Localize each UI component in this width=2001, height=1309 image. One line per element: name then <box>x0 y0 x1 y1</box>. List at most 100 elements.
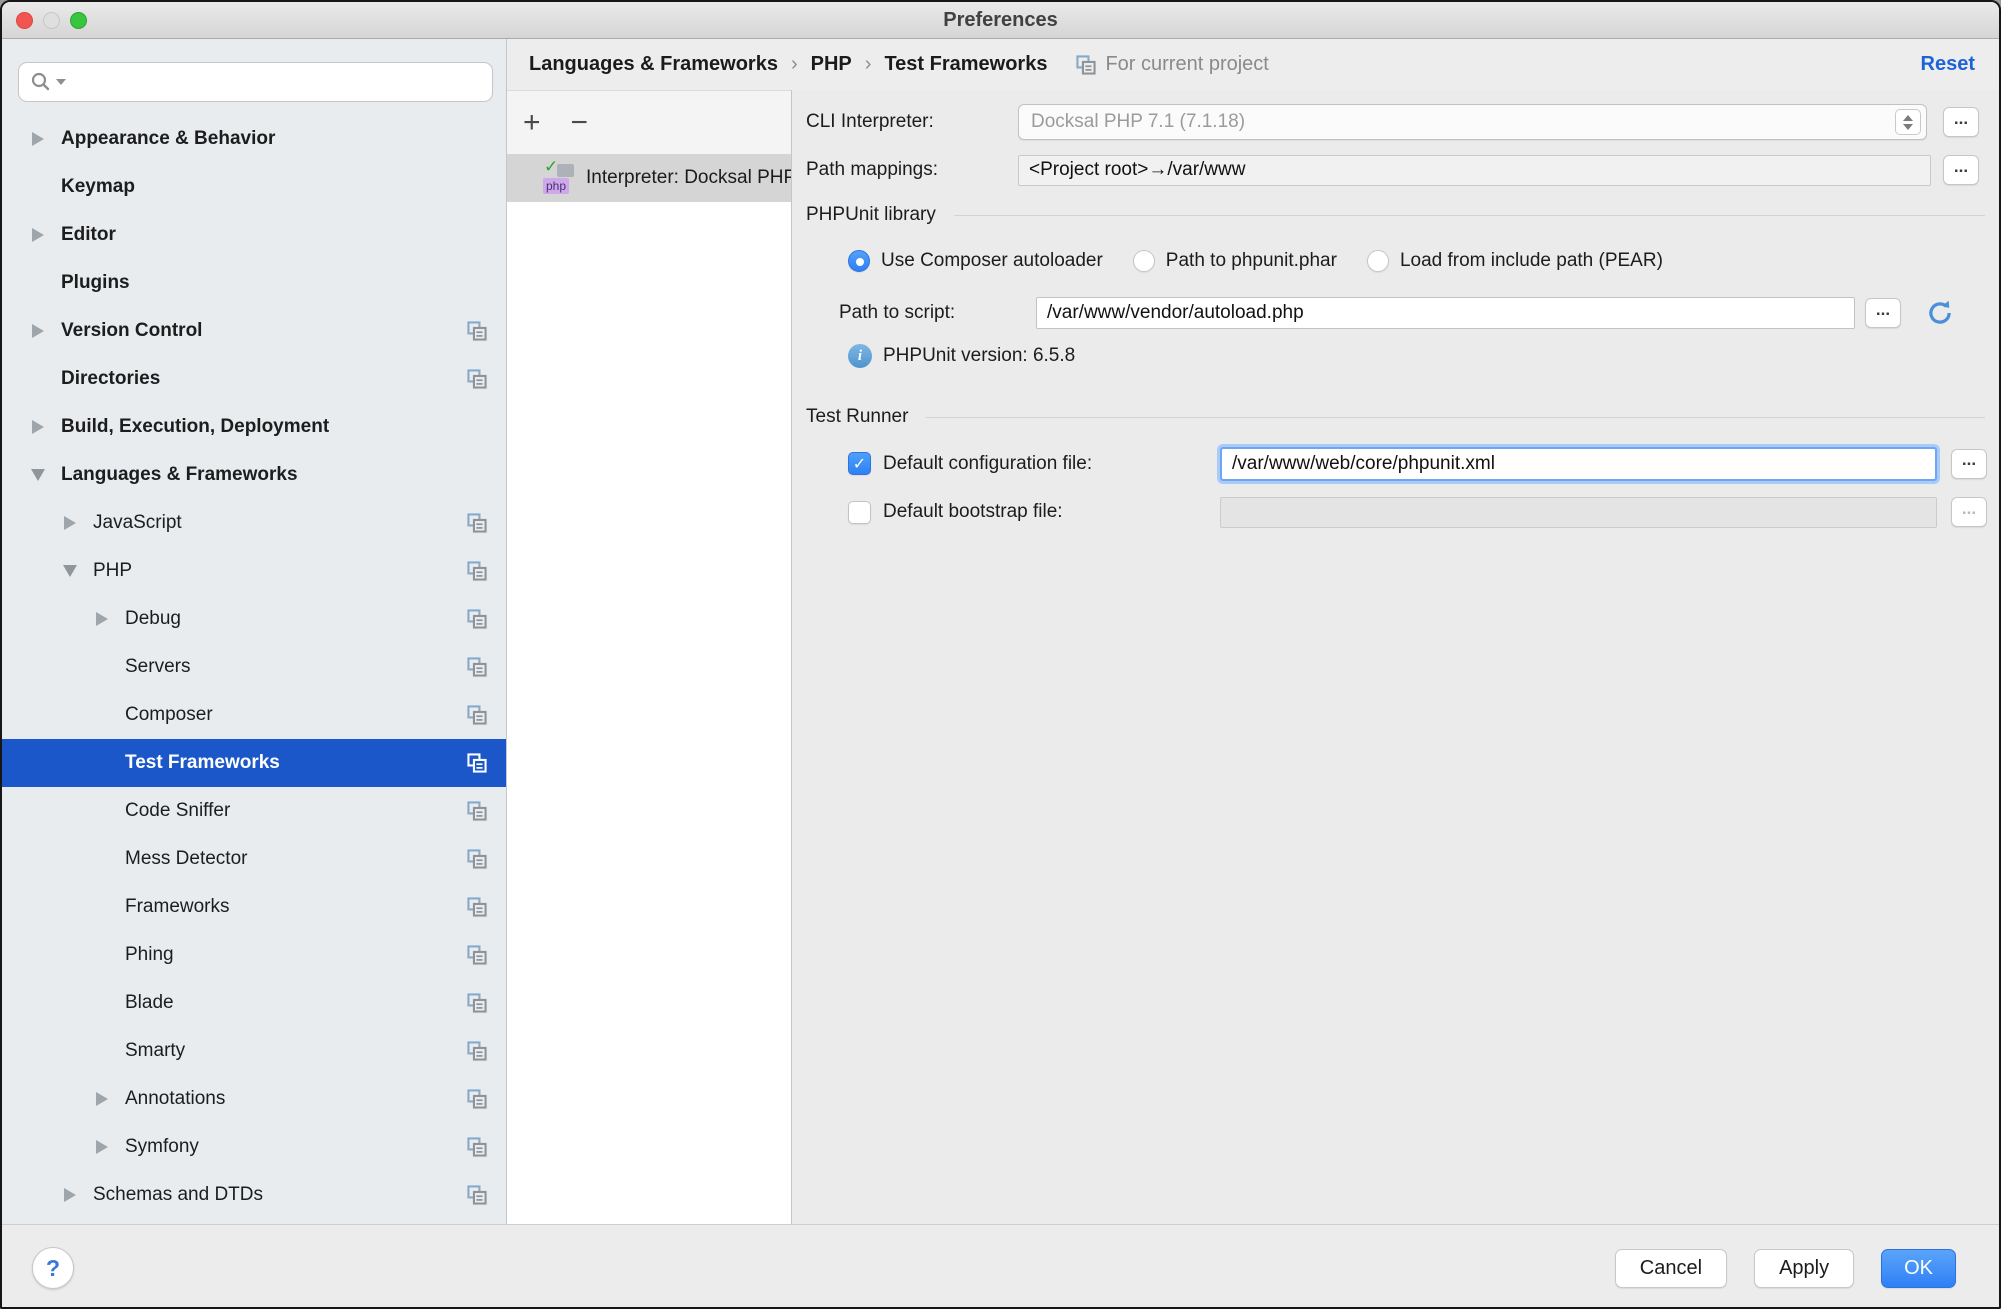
expand-arrow-icon[interactable] <box>28 129 48 149</box>
cli-interpreter-select[interactable]: Docksal PHP 7.1 (7.1.18) <box>1018 104 1927 140</box>
collapse-arrow-icon[interactable] <box>60 561 80 581</box>
radio-use-composer-autoloader[interactable]: Use Composer autoloader <box>848 250 1103 272</box>
default-configuration-file-checkbox[interactable]: ✓ <box>848 452 871 475</box>
sidebar-item-build-execution-deployment[interactable]: Build, Execution, Deployment <box>2 403 506 451</box>
collapse-arrow-icon[interactable] <box>28 465 48 485</box>
path-to-script-browse-button[interactable]: ... <box>1865 298 1901 328</box>
sidebar-item-label: Appearance & Behavior <box>61 128 488 150</box>
arrow-spacer <box>92 705 112 725</box>
sidebar-item-mess-detector[interactable]: Mess Detector <box>2 835 506 883</box>
test-frameworks-form: CLI Interpreter: Docksal PHP 7.1 (7.1.18… <box>792 90 1999 1224</box>
info-icon: i <box>848 344 872 368</box>
breadcrumb-languages-frameworks[interactable]: Languages & Frameworks <box>529 53 778 76</box>
reload-icon[interactable] <box>1925 298 1955 328</box>
cli-interpreter-browse-button[interactable]: ... <box>1943 107 1979 137</box>
for-current-project-icon <box>466 896 488 918</box>
path-mappings-field[interactable]: <Project root>→/var/www <box>1018 155 1931 186</box>
default-bootstrap-file-input <box>1220 497 1937 528</box>
sidebar-item-smarty[interactable]: Smarty <box>2 1027 506 1075</box>
sidebar-item-languages-frameworks[interactable]: Languages & Frameworks <box>2 451 506 499</box>
sidebar-item-label: Keymap <box>61 176 488 198</box>
sidebar-item-phing[interactable]: Phing <box>2 931 506 979</box>
expand-arrow-icon[interactable] <box>92 609 112 629</box>
sidebar-item-schemas-and-dtds[interactable]: Schemas and DTDs <box>2 1171 506 1219</box>
sidebar-item-keymap[interactable]: Keymap <box>2 163 506 211</box>
sidebar-item-code-sniffer[interactable]: Code Sniffer <box>2 787 506 835</box>
reset-link[interactable]: Reset <box>1921 53 1975 76</box>
help-button[interactable]: ? <box>32 1247 74 1289</box>
expand-arrow-icon[interactable] <box>28 417 48 437</box>
cancel-button[interactable]: Cancel <box>1615 1249 1727 1288</box>
path-mappings-browse-button[interactable]: ... <box>1943 155 1979 185</box>
default-configuration-file-value: /var/www/web/core/phpunit.xml <box>1232 453 1495 475</box>
sidebar-item-label: Version Control <box>61 320 466 342</box>
remove-interpreter-button[interactable]: − <box>571 108 589 138</box>
search-options-caret-icon[interactable] <box>56 79 66 85</box>
path-mappings-label: Path mappings: <box>806 159 1018 181</box>
sidebar-item-directories[interactable]: Directories <box>2 355 506 403</box>
phpunit-version-info: i PHPUnit version: 6.5.8 <box>848 342 1075 370</box>
sidebar-item-php[interactable]: PHP <box>2 547 506 595</box>
arrow-spacer <box>92 897 112 917</box>
sidebar-item-servers[interactable]: Servers <box>2 643 506 691</box>
add-interpreter-button[interactable]: + <box>523 108 541 138</box>
expand-arrow-icon[interactable] <box>28 225 48 245</box>
sidebar-item-plugins[interactable]: Plugins <box>2 259 506 307</box>
settings-search-input[interactable] <box>18 62 493 102</box>
sidebar-item-appearance-behavior[interactable]: Appearance & Behavior <box>2 115 506 163</box>
sidebar-item-composer[interactable]: Composer <box>2 691 506 739</box>
default-configuration-file-browse-button[interactable]: ... <box>1951 449 1987 479</box>
breadcrumb-test-frameworks[interactable]: Test Frameworks <box>884 53 1047 76</box>
settings-content: Languages & Frameworks › PHP › Test Fram… <box>507 39 1999 1224</box>
breadcrumb-separator: › <box>791 53 798 76</box>
sidebar-item-label: PHP <box>93 560 466 582</box>
sidebar-item-frameworks[interactable]: Frameworks <box>2 883 506 931</box>
arrow-spacer <box>92 1041 112 1061</box>
dialog-footer: ? Cancel Apply OK <box>2 1224 1999 1309</box>
breadcrumb-php[interactable]: PHP <box>811 53 852 76</box>
minimize-window-button[interactable] <box>43 12 60 29</box>
sidebar-item-debug[interactable]: Debug <box>2 595 506 643</box>
path-to-script-input[interactable]: /var/www/vendor/autoload.php <box>1036 297 1855 329</box>
sidebar-item-javascript[interactable]: JavaScript <box>2 499 506 547</box>
sidebar-item-editor[interactable]: Editor <box>2 211 506 259</box>
radio-unselected-icon[interactable] <box>1133 250 1155 272</box>
sidebar-item-symfony[interactable]: Symfony <box>2 1123 506 1171</box>
radio-path-to-phpunit-phar[interactable]: Path to phpunit.phar <box>1133 250 1337 272</box>
ok-button[interactable]: OK <box>1881 1249 1956 1288</box>
for-current-project-icon <box>466 608 488 630</box>
phpunit-version-text: PHPUnit version: 6.5.8 <box>883 345 1075 367</box>
for-current-project-icon <box>466 560 488 582</box>
for-current-project-icon <box>466 1088 488 1110</box>
arrow-spacer <box>92 993 112 1013</box>
expand-arrow-icon[interactable] <box>60 513 80 533</box>
sidebar-item-blade[interactable]: Blade <box>2 979 506 1027</box>
settings-tree: Appearance & Behavior Keymap EditorPlugins… <box>2 115 506 1224</box>
zoom-window-button[interactable] <box>70 12 87 29</box>
arrow-spacer <box>92 753 112 773</box>
php-interpreter-icon: ✓ php <box>543 160 577 196</box>
for-current-project-icon <box>466 992 488 1014</box>
expand-arrow-icon[interactable] <box>28 321 48 341</box>
expand-arrow-icon[interactable] <box>92 1089 112 1109</box>
close-window-button[interactable] <box>16 12 33 29</box>
radio-unselected-icon[interactable] <box>1367 250 1389 272</box>
radio-load-from-include-path[interactable]: Load from include path (PEAR) <box>1367 250 1663 272</box>
sidebar-item-label: JavaScript <box>93 512 466 534</box>
default-bootstrap-file-checkbox[interactable] <box>848 501 871 524</box>
apply-button[interactable]: Apply <box>1754 1249 1854 1288</box>
sidebar-item-label: Schemas and DTDs <box>93 1184 466 1206</box>
sidebar-item-annotations[interactable]: Annotations <box>2 1075 506 1123</box>
expand-arrow-icon[interactable] <box>60 1185 80 1205</box>
radio-selected-icon[interactable] <box>848 250 870 272</box>
default-configuration-file-input[interactable]: /var/www/web/core/phpunit.xml <box>1220 447 1937 481</box>
interpreters-panel: + − ✓ php Interpreter: Docksal PHP 7.1 <box>507 90 792 1224</box>
for-current-project-icon <box>466 704 488 726</box>
sidebar-item-test-frameworks[interactable]: Test Frameworks <box>2 739 506 787</box>
stepper-icon[interactable] <box>1895 109 1921 135</box>
interpreter-list-item[interactable]: ✓ php Interpreter: Docksal PHP 7.1 <box>507 154 791 202</box>
expand-arrow-icon[interactable] <box>92 1137 112 1157</box>
breadcrumb: Languages & Frameworks › PHP › Test Fram… <box>507 39 1999 90</box>
sidebar-item-version-control[interactable]: Version Control <box>2 307 506 355</box>
sidebar-item-label: Code Sniffer <box>125 800 466 822</box>
